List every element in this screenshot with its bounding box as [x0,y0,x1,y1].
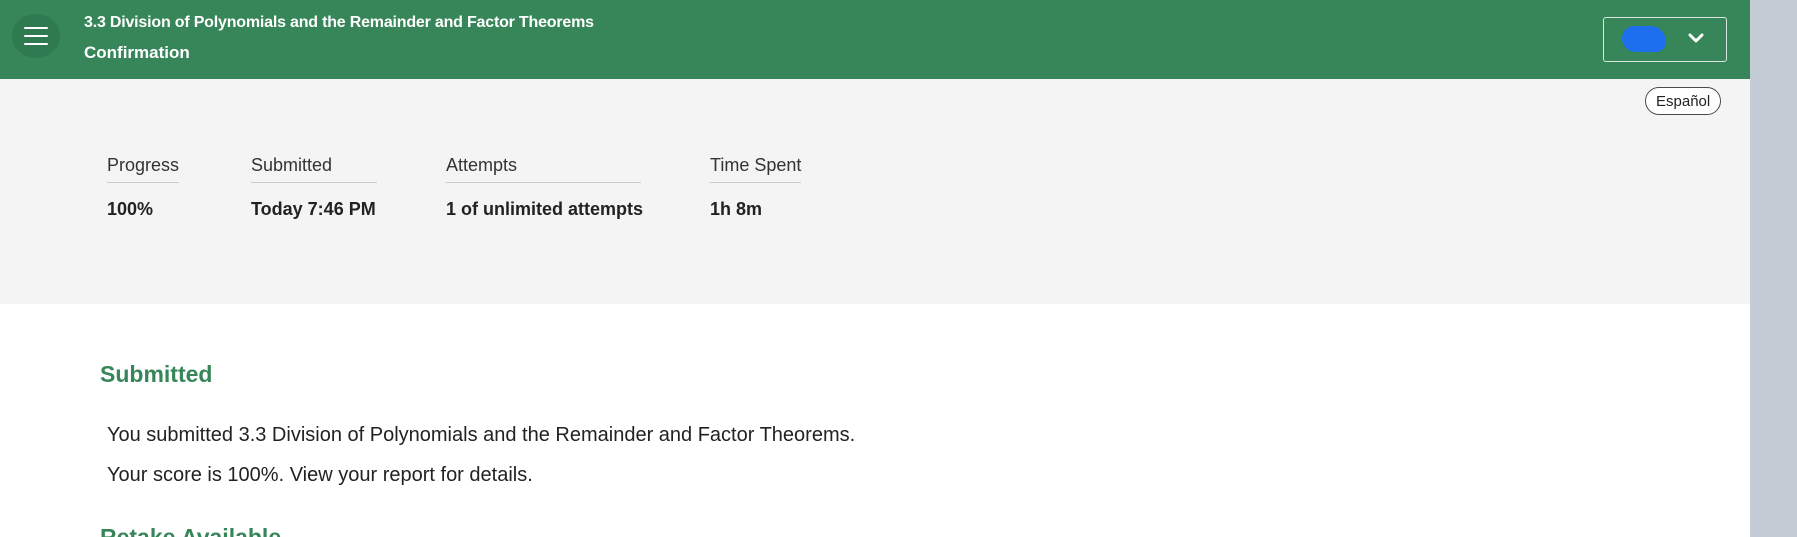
avatar [1622,26,1666,52]
language-button[interactable]: Español [1645,87,1722,115]
time-spent-stat: Time Spent 1h 8m [710,155,802,220]
attempts-value: 1 of unlimited attempts [446,199,644,219]
scrollbar-gutter [1750,0,1797,537]
page-title: Confirmation [84,43,190,62]
user-menu-button[interactable] [1603,17,1727,62]
hamburger-menu-icon [24,27,48,29]
attempts-stat: Attempts 1 of unlimited attempts [446,155,643,220]
submitted-value: Today 7:46 PM [251,199,376,219]
app-header: 3.3 Division of Polynomials and the Rema… [0,0,1750,79]
time-spent-label: Time Spent [710,155,802,183]
page: 3.3 Division of Polynomials and the Rema… [0,0,1750,537]
course-title: 3.3 Division of Polynomials and the Rema… [84,14,594,31]
progress-value: 100% [107,199,154,219]
submission-message: You submitted 3.3 Division of Polynomial… [107,424,856,446]
progress-stat: Progress 100% [107,155,180,220]
progress-label: Progress [107,155,180,183]
summary-panel: Español Progress 100% Submitted Today 7:… [0,79,1750,304]
attempts-label: Attempts [446,155,641,183]
chevron-down-icon [1688,33,1704,43]
time-spent-value: 1h 8m [710,199,763,219]
submitted-heading: Submitted [100,361,213,387]
retake-heading: Retake Available [100,524,282,537]
submitted-stat: Submitted Today 7:46 PM [251,155,377,220]
menu-button[interactable] [12,14,60,58]
score-message: Your score is 100%. View your report for… [107,464,533,486]
submitted-label: Submitted [251,155,377,183]
